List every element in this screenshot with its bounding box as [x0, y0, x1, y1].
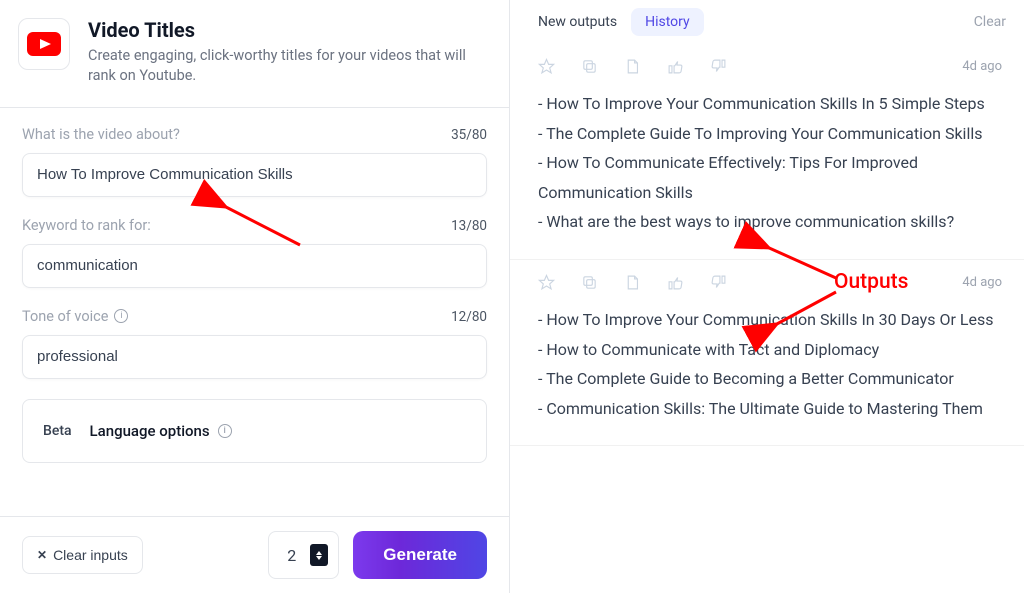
field-tone: Tone of voice i 12/80 [22, 308, 487, 379]
quantity-value: 2 [287, 546, 296, 565]
label-video-about: What is the video about? [22, 126, 180, 143]
chevron-up-icon[interactable] [316, 551, 322, 555]
copy-icon[interactable] [581, 274, 598, 291]
input-video-about[interactable] [22, 153, 487, 197]
info-icon[interactable]: i [114, 309, 128, 323]
output-line: - How To Communicate Effectively: Tips F… [538, 148, 1002, 207]
stepper-buttons[interactable] [310, 544, 328, 566]
language-options-label: Language options [90, 422, 210, 440]
template-header: Video Titles Create engaging, click-wort… [0, 0, 509, 107]
close-icon: ✕ [37, 548, 47, 562]
thumbs-down-icon[interactable] [710, 58, 727, 75]
clear-inputs-button[interactable]: ✕ Clear inputs [22, 536, 143, 574]
tab-history[interactable]: History [631, 8, 704, 36]
output-line: - What are the best ways to improve comm… [538, 207, 1002, 237]
count-tone: 12/80 [451, 309, 487, 325]
label-keyword: Keyword to rank for: [22, 217, 151, 234]
count-video-about: 35/80 [451, 127, 487, 143]
left-scroll[interactable]: Video Titles Create engaging, click-wort… [0, 0, 509, 516]
label-tone-text: Tone of voice [22, 308, 108, 325]
clear-inputs-label: Clear inputs [53, 547, 128, 563]
quantity-stepper[interactable]: 2 [268, 531, 339, 579]
app-logo-box [18, 18, 70, 70]
youtube-icon [27, 32, 61, 56]
thumbs-up-icon[interactable] [667, 274, 684, 291]
tab-new-outputs[interactable]: New outputs [538, 14, 617, 30]
output-timestamp: 4d ago [962, 59, 1002, 74]
clear-outputs-link[interactable]: Clear [974, 14, 1006, 30]
output-line: - The Complete Guide To Improving Your C… [538, 119, 1002, 149]
thumbs-up-icon[interactable] [667, 58, 684, 75]
output-line: - How to Communicate with Tact and Diplo… [538, 335, 1002, 365]
output-line: - Communication Skills: The Ultimate Gui… [538, 394, 1002, 424]
right-pane: New outputs History Clear 4d ago - How T… [510, 0, 1024, 593]
form-area: What is the video about? 35/80 Keyword t… [0, 108, 509, 473]
output-lines: - How To Improve Your Communication Skil… [538, 305, 1002, 423]
page-title: Video Titles [88, 18, 487, 42]
output-card: 4d ago - How To Improve Your Communicati… [510, 260, 1024, 446]
chevron-down-icon[interactable] [316, 556, 322, 560]
label-tone: Tone of voice i [22, 308, 128, 325]
beta-badge: Beta [43, 423, 72, 439]
footer-bar: ✕ Clear inputs 2 Generate [0, 516, 509, 593]
field-video-about: What is the video about? 35/80 [22, 126, 487, 197]
copy-icon[interactable] [581, 58, 598, 75]
output-line: - How To Improve Your Communication Skil… [538, 89, 1002, 119]
input-tone[interactable] [22, 335, 487, 379]
generate-button[interactable]: Generate [353, 531, 487, 579]
left-pane: Video Titles Create engaging, click-wort… [0, 0, 510, 593]
language-options-box[interactable]: Beta Language options i [22, 399, 487, 463]
output-line: - The Complete Guide to Becoming a Bette… [538, 364, 1002, 394]
annotation-outputs-label: Outputs [834, 270, 908, 294]
count-keyword: 13/80 [451, 218, 487, 234]
star-icon[interactable] [538, 58, 555, 75]
info-icon[interactable]: i [218, 424, 232, 438]
thumbs-down-icon[interactable] [710, 274, 727, 291]
document-icon[interactable] [624, 58, 641, 75]
output-lines: - How To Improve Your Communication Skil… [538, 89, 1002, 237]
document-icon[interactable] [624, 274, 641, 291]
field-keyword: Keyword to rank for: 13/80 [22, 217, 487, 288]
output-timestamp: 4d ago [962, 275, 1002, 290]
input-keyword[interactable] [22, 244, 487, 288]
star-icon[interactable] [538, 274, 555, 291]
output-card: 4d ago - How To Improve Your Communicati… [510, 44, 1024, 260]
outputs-header: New outputs History Clear [510, 0, 1024, 44]
page-subtitle: Create engaging, click-worthy titles for… [88, 46, 487, 87]
output-line: - How To Improve Your Communication Skil… [538, 305, 1002, 335]
